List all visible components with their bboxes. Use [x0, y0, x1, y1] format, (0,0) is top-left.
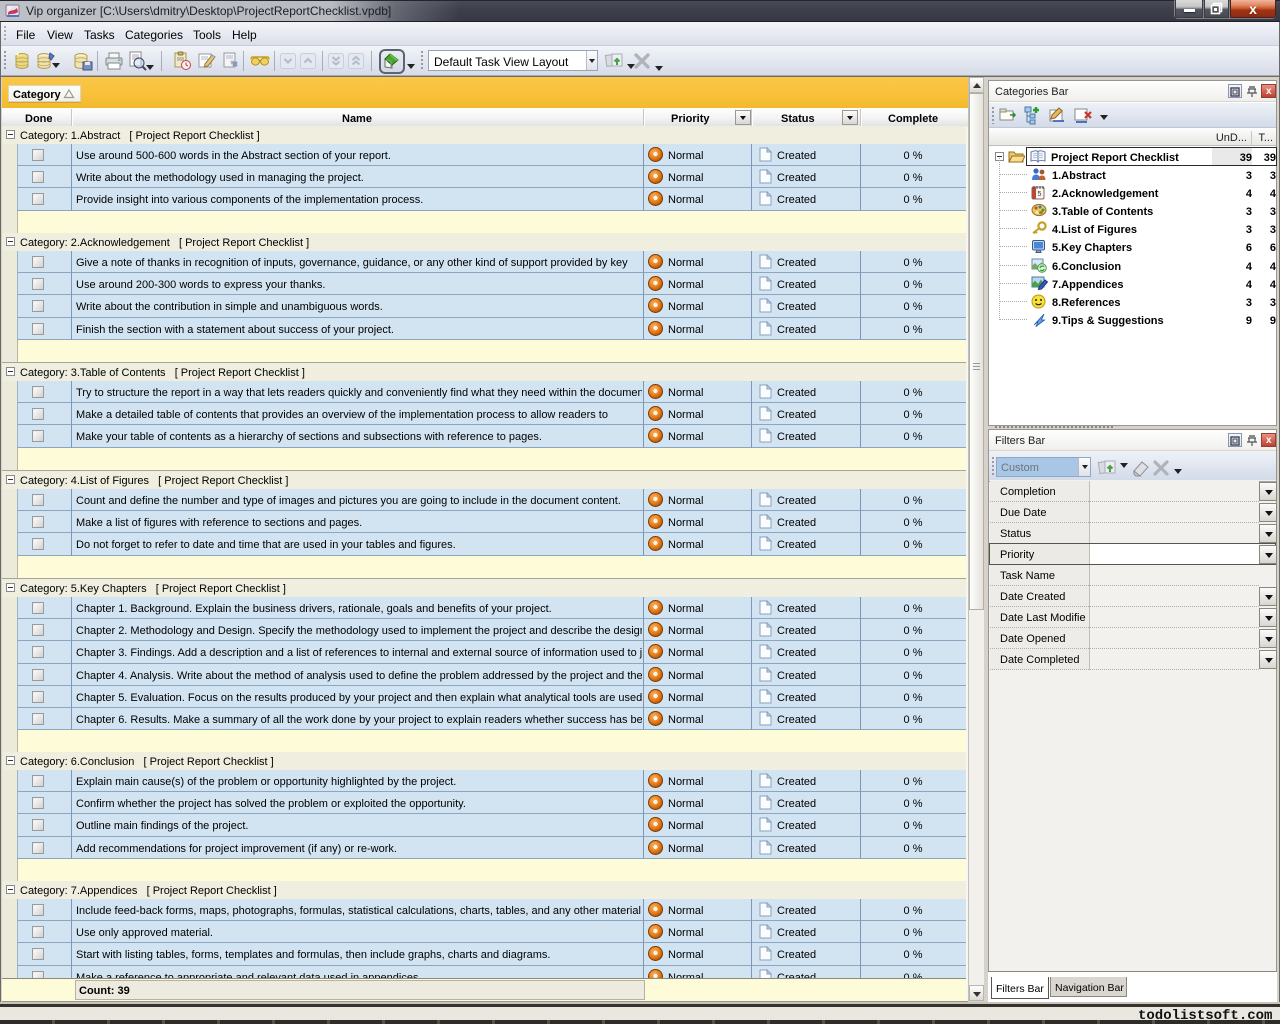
svg-text:5: 5: [1038, 191, 1042, 198]
